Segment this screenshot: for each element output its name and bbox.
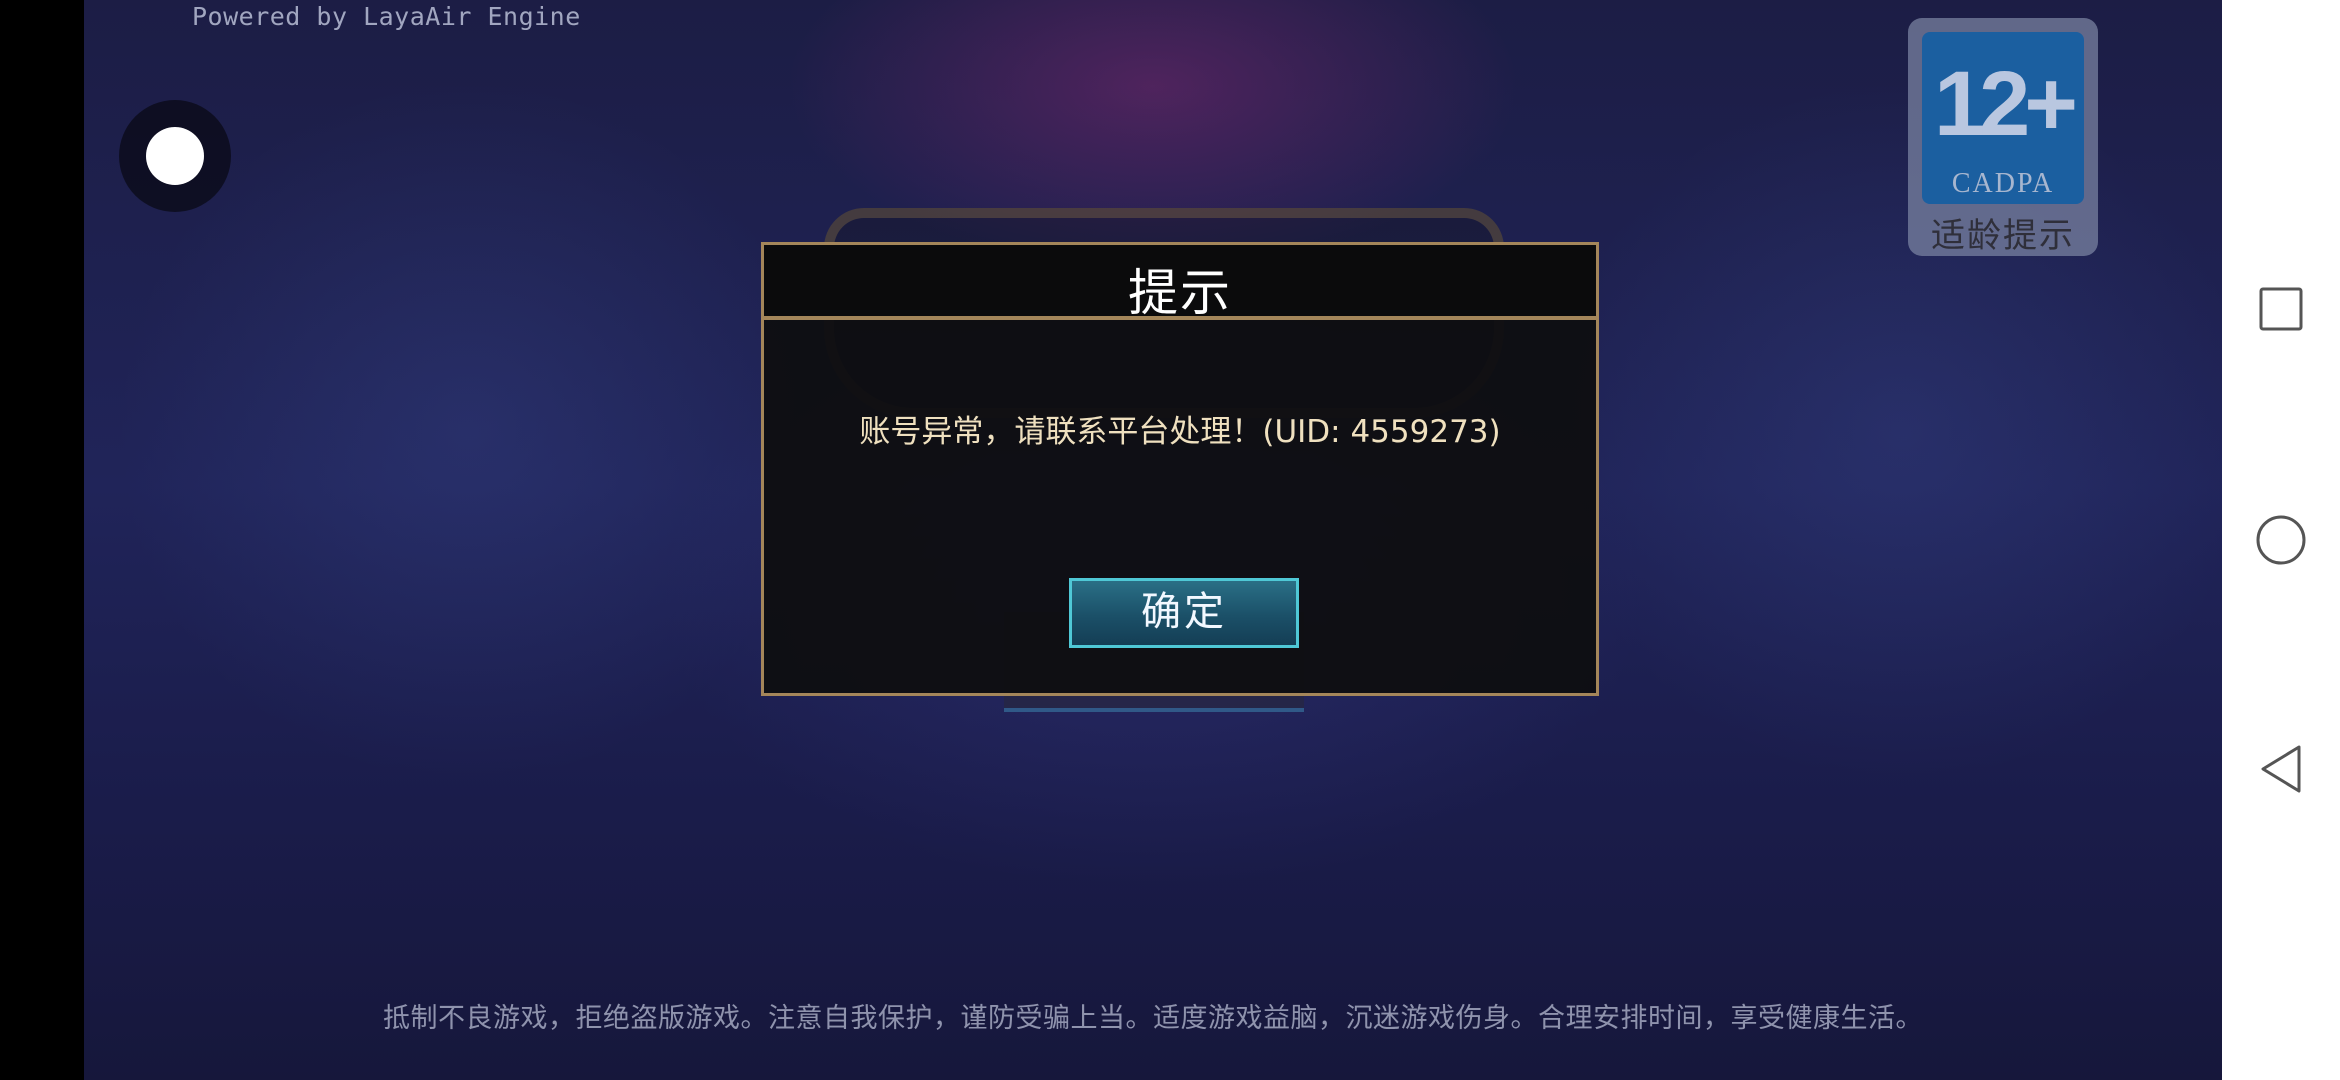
- floating-ball-dot: [146, 127, 204, 185]
- left-black-strip: [0, 0, 84, 1080]
- confirm-button[interactable]: 确定: [1069, 578, 1299, 648]
- screen: Powered by LayaAir Engine 12+ CADPA 适龄提示…: [0, 0, 2340, 1080]
- dialog-header: 提示: [764, 245, 1596, 322]
- recent-apps-button[interactable]: [2222, 250, 2340, 368]
- health-gaming-notice: 抵制不良游戏，拒绝盗版游戏。注意自我保护，谨防受骗上当。适度游戏益脑，沉迷游戏伤…: [383, 1003, 1923, 1034]
- age-rating-number: 12+: [1933, 53, 2078, 155]
- age-rating-panel: 12+ CADPA: [1922, 32, 2084, 204]
- age-rating-org: CADPA: [1951, 168, 2055, 199]
- age-rating-badge: 12+ CADPA 适龄提示: [1908, 18, 2098, 256]
- game-viewport: Powered by LayaAir Engine 12+ CADPA 适龄提示…: [84, 0, 2222, 1080]
- dialog-message: 账号异常，请联系平台处理！(UID: 4559273): [859, 414, 1501, 450]
- dialog-title: 提示: [1128, 264, 1232, 322]
- recent-apps-icon: [2259, 287, 2303, 331]
- engine-credit: Powered by LayaAir Engine: [192, 2, 581, 31]
- alert-dialog: 提示 账号异常，请联系平台处理！(UID: 4559273) 确定: [761, 242, 1599, 696]
- age-rating-label: 适龄提示: [1931, 216, 2075, 256]
- home-icon: [2256, 515, 2306, 565]
- system-navigation-bar: [2222, 0, 2340, 1080]
- home-button[interactable]: [2222, 481, 2340, 599]
- back-icon: [2261, 745, 2301, 793]
- back-button[interactable]: [2222, 710, 2340, 828]
- floating-assistive-ball[interactable]: [119, 100, 231, 212]
